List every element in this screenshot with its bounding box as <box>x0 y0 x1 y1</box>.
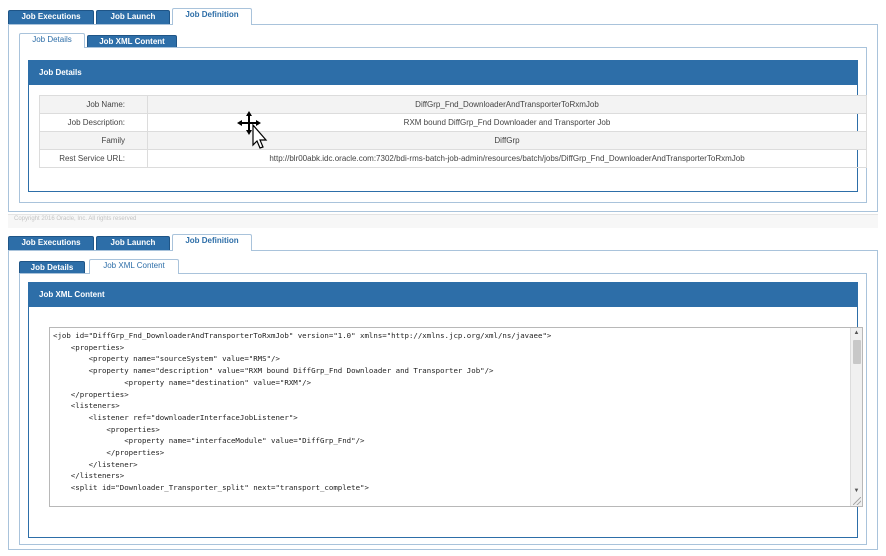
detail-label: Job Description: <box>39 113 148 132</box>
scroll-thumb[interactable] <box>853 340 861 364</box>
tab-job-executions[interactable]: Job Executions <box>8 236 94 250</box>
table-row: Job Name: DiffGrp_Fnd_DownloaderAndTrans… <box>39 95 867 114</box>
subtab-job-details[interactable]: Job Details <box>19 261 85 273</box>
tab-job-launch[interactable]: Job Launch <box>96 236 170 250</box>
xml-content-textarea[interactable]: <job id="DiffGrp_Fnd_DownloaderAndTransp… <box>49 327 863 507</box>
table-row: Family DiffGrp <box>39 131 867 150</box>
sub-tab-content: Job Details Job Name: DiffGrp_Fnd_Downlo… <box>19 47 867 203</box>
subtab-job-xml-content[interactable]: Job XML Content <box>87 35 177 47</box>
xml-line: </listener> <box>53 459 138 469</box>
sub-tab-bar: Job Details Job XML Content <box>19 33 859 48</box>
subtab-job-xml-content[interactable]: Job XML Content <box>89 259 179 274</box>
move-cursor-icon <box>237 111 268 149</box>
table-row: Job Description: RXM bound DiffGrp_Fnd D… <box>39 113 867 132</box>
scroll-down-arrow-icon[interactable]: ▼ <box>851 486 862 496</box>
xml-line: <property name="destination" value="RXM"… <box>53 377 312 387</box>
rest-service-url-link[interactable]: http://blr00abk.idc.oracle.com:7302/bdi-… <box>147 149 867 168</box>
main-tab-content: Job Details Job XML Content Job XML Cont… <box>8 250 878 550</box>
table-row: Rest Service URL: http://blr00abk.idc.or… <box>39 149 867 168</box>
section-title: Job Details <box>29 61 857 85</box>
xml-line: </properties> <box>53 389 129 399</box>
job-details-table: Job Name: DiffGrp_Fnd_DownloaderAndTrans… <box>39 95 867 168</box>
xml-line: <properties> <box>53 424 160 434</box>
xml-line <box>53 494 847 506</box>
xml-line: <listeners> <box>53 401 120 411</box>
resize-grip-icon[interactable] <box>853 497 861 505</box>
subtab-job-details[interactable]: Job Details <box>19 33 85 48</box>
tab-job-definition[interactable]: Job Definition <box>172 8 252 25</box>
job-definition-panel-bottom: Job Executions Job Launch Job Definition… <box>8 234 878 550</box>
vertical-scrollbar[interactable]: ▲ ▼ <box>850 328 862 506</box>
tab-job-launch[interactable]: Job Launch <box>96 10 170 24</box>
xml-line: </properties> <box>53 448 165 458</box>
xml-line: </listeners> <box>53 471 125 481</box>
xml-line: <split id="Downloader_Transporter_split"… <box>53 483 369 493</box>
job-definition-panel-top: Job Executions Job Launch Job Definition… <box>8 8 878 212</box>
xml-text: <job id="DiffGrp_Fnd_DownloaderAndTransp… <box>50 328 850 506</box>
tab-job-definition[interactable]: Job Definition <box>172 234 252 251</box>
xml-line: <property name="sourceSystem" value="RMS… <box>53 354 280 364</box>
xml-line: <properties> <box>53 342 125 352</box>
main-tab-content: Job Details Job XML Content Job Details … <box>8 24 878 212</box>
xml-line: <listener ref="downloaderInterfaceJobLis… <box>53 412 298 422</box>
sub-tab-content: Job XML Content <job id="DiffGrp_Fnd_Dow… <box>19 273 867 545</box>
detail-label: Rest Service URL: <box>39 149 148 168</box>
scroll-up-arrow-icon[interactable]: ▲ <box>851 328 862 338</box>
section-title: Job XML Content <box>29 283 857 307</box>
detail-label: Family <box>39 131 148 150</box>
detail-label: Job Name: <box>39 95 148 114</box>
xml-line: <property name="interfaceModule" value="… <box>53 436 365 446</box>
main-tab-bar: Job Executions Job Launch Job Definition <box>8 234 878 251</box>
panel-separator: Copyright 2016 Oracle, Inc. All rights r… <box>8 214 878 228</box>
separator-text: Copyright 2016 Oracle, Inc. All rights r… <box>14 216 137 222</box>
xml-line: <job id="DiffGrp_Fnd_DownloaderAndTransp… <box>53 331 552 340</box>
job-details-section: Job Details Job Name: DiffGrp_Fnd_Downlo… <box>28 60 867 192</box>
main-tab-bar: Job Executions Job Launch Job Definition <box>8 8 878 25</box>
job-xml-section: Job XML Content <job id="DiffGrp_Fnd_Dow… <box>28 282 863 538</box>
tab-job-executions[interactable]: Job Executions <box>8 10 94 24</box>
xml-line: <property name="description" value="RXM … <box>53 366 494 376</box>
sub-tab-bar: Job Details Job XML Content <box>19 259 859 274</box>
